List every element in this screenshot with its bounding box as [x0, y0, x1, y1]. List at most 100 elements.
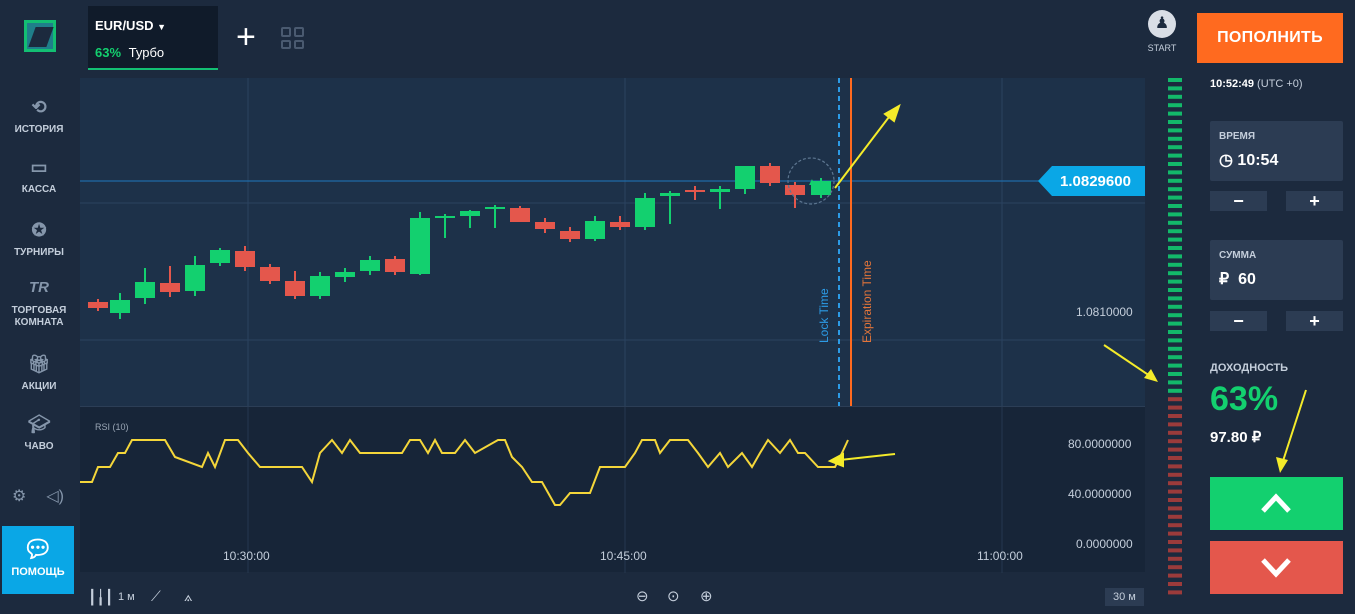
candle-body — [335, 272, 355, 277]
amount-increase-button[interactable]: + — [1286, 311, 1343, 331]
gauge-annotation-arrow — [1103, 344, 1158, 382]
graduation-cap-icon: 🎓︎ — [27, 414, 51, 434]
timeframe-button[interactable]: 1 м — [118, 591, 135, 603]
help-button[interactable]: 💬︎ ПОМОЩЬ — [2, 526, 74, 594]
gauge-tick — [1168, 246, 1182, 250]
amount-field[interactable]: СУММА ₽ 60 — [1210, 240, 1343, 300]
gauge-tick — [1168, 162, 1182, 166]
deposit-button[interactable]: ПОПОЛНИТЬ — [1197, 13, 1343, 63]
ruler-icon[interactable]: ⟋ — [151, 588, 161, 605]
candles — [88, 163, 831, 319]
gauge-tick — [1168, 422, 1182, 427]
gauge-tick — [1168, 86, 1182, 91]
candle-body — [435, 216, 455, 218]
candle-body — [760, 166, 780, 183]
sidebar-item-label: ИСТОРИЯ — [14, 124, 64, 135]
candle-body — [710, 189, 730, 192]
candle-body — [260, 267, 280, 281]
time-axis-label: 11:00:00 — [977, 549, 1023, 563]
gauge-tick — [1168, 145, 1182, 150]
gauge-tick — [1168, 498, 1182, 502]
profit-amount: 97.80 ₽ — [1210, 429, 1262, 446]
gauge-tick — [1168, 548, 1182, 553]
rsi-y-label: 0.0000000 — [1076, 537, 1133, 551]
gauge-tick — [1168, 565, 1182, 570]
zoom-level-button[interactable]: 30 м — [1105, 588, 1144, 606]
price-axis-label: 1.0810000 — [1076, 305, 1133, 319]
zoom-in-icon[interactable]: ⊕ — [700, 587, 713, 605]
gauge-tick — [1168, 405, 1182, 410]
candle-body — [110, 300, 130, 313]
sidebar-item-label: ТУРНИРЫ — [14, 247, 64, 258]
gauge-tick — [1168, 464, 1182, 469]
sidebar-item-history[interactable]: ⟲ ИСТОРИЯ — [0, 96, 78, 136]
gauge-tick — [1168, 321, 1182, 326]
rsi-y-label: 40.0000000 — [1068, 487, 1132, 501]
focus-icon[interactable]: ⊙ — [667, 587, 680, 605]
top-bar: EUR/USD ▼ 63% Турбо + ♟ START — [78, 0, 1180, 78]
logo[interactable] — [24, 20, 56, 52]
server-clock: 10:52:49 (UTC +0) — [1210, 78, 1303, 90]
gauge-tick — [1168, 338, 1182, 343]
gauge-tick — [1168, 296, 1182, 301]
amount-decrease-button[interactable]: − — [1210, 311, 1267, 331]
candle-body — [410, 218, 430, 274]
sidebar-item-trading-room[interactable]: TR ТОРГОВАЯ КОМНАТА — [0, 277, 78, 329]
rsi-y-label: 80.0000000 — [1068, 437, 1132, 451]
gauge-tick — [1168, 304, 1182, 309]
candle-body — [660, 193, 680, 196]
gear-icon[interactable]: ⚙ — [12, 486, 26, 506]
gauge-tick — [1168, 514, 1182, 519]
candle-body — [610, 222, 630, 227]
sidebar-item-faq[interactable]: 🎓︎ ЧАВО — [0, 413, 78, 453]
settings-row: ⚙ ◁) — [12, 486, 64, 506]
gauge-tick — [1168, 330, 1182, 334]
gauge-tick — [1168, 195, 1182, 200]
sidebar-item-tournaments[interactable]: ✪ ТУРНИРЫ — [0, 219, 78, 259]
candle-body — [535, 222, 555, 229]
time-increase-button[interactable]: + — [1286, 191, 1343, 211]
help-label: ПОМОЩЬ — [11, 566, 65, 578]
time-decrease-button[interactable]: − — [1210, 191, 1267, 211]
price-chart[interactable]: ▲ Lock Time Expiration Time 1.0829600 1.… — [80, 78, 1145, 406]
candle-body — [510, 208, 530, 222]
put-down-button[interactable] — [1210, 541, 1343, 594]
gauge-tick — [1168, 212, 1182, 217]
call-up-button[interactable] — [1210, 477, 1343, 530]
start-button[interactable]: ♟ START — [1144, 10, 1180, 53]
gauge-tick — [1168, 313, 1182, 318]
gauge-tick — [1168, 136, 1182, 141]
star-icon: ✪ — [31, 220, 47, 240]
drawing-tools-icon[interactable]: ⟑ — [184, 588, 193, 605]
annotation-arrow — [827, 452, 896, 468]
start-label: START — [1147, 43, 1177, 53]
time-axis-label: 10:45:00 — [600, 549, 647, 563]
sound-icon[interactable]: ◁) — [46, 486, 64, 506]
annotation-arrow — [834, 103, 901, 189]
layout-grid-icon[interactable] — [281, 27, 305, 49]
gauge-tick — [1168, 573, 1182, 578]
sidebar-item-promotions[interactable]: 🎁︎ АКЦИИ — [0, 353, 78, 393]
gauge-tick — [1168, 355, 1182, 360]
avatar: ♟ — [1148, 10, 1176, 38]
gauge-tick — [1168, 128, 1182, 133]
sidebar-item-cashier[interactable]: ▭ КАССА — [0, 156, 78, 196]
candle-body — [135, 282, 155, 298]
candles-icon[interactable]: ┃╽┃ — [88, 589, 113, 606]
zoom-out-icon[interactable]: ⊖ — [636, 587, 649, 605]
price-tag: 1.0829600 — [1038, 166, 1145, 196]
gauge-tick — [1168, 380, 1182, 385]
chevron-down-icon: ▼ — [157, 22, 167, 32]
candle-body — [560, 231, 580, 239]
gauge-tick — [1168, 262, 1182, 267]
gauge-tick — [1168, 187, 1182, 192]
asset-tab[interactable]: EUR/USD ▼ 63% Турбо — [88, 6, 218, 70]
candlestick-chart: ▲ Lock Time Expiration Time 1.0829600 1.… — [80, 78, 1145, 406]
add-tab-button[interactable]: + — [236, 20, 256, 54]
amount-label: СУММА — [1219, 250, 1257, 261]
candle-body — [385, 259, 405, 272]
candle-body — [210, 250, 230, 263]
clock-icon: ◷ — [1219, 152, 1233, 169]
candle-body — [585, 221, 605, 239]
time-field[interactable]: ВРЕМЯ ◷ 10:54 — [1210, 121, 1343, 181]
